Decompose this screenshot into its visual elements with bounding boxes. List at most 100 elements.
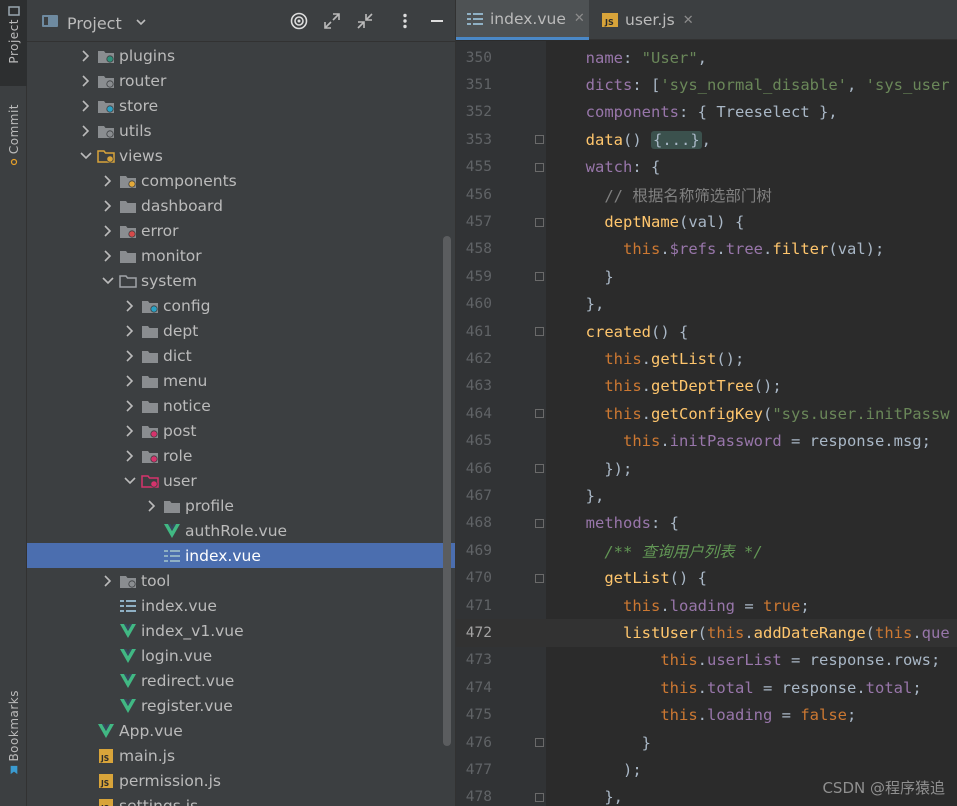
tree-scrollbar[interactable] [443, 236, 451, 746]
code-line[interactable]: 471 this.loading = true; [456, 592, 957, 619]
chevron-right-icon[interactable] [101, 174, 115, 188]
code-line[interactable]: 456 // 根据名称筛选部门树 [456, 181, 957, 208]
tree-folder-item[interactable]: user [27, 468, 455, 493]
tree-file-item[interactable]: register.vue [27, 693, 455, 718]
project-tool-tab[interactable]: Project [0, 0, 27, 86]
tree-folder-item[interactable]: dict [27, 343, 455, 368]
chevron-right-icon[interactable] [79, 49, 93, 63]
fold-marker-icon[interactable] [535, 409, 544, 419]
code-line[interactable]: 460 }, [456, 291, 957, 318]
bookmarks-tool-tab[interactable]: Bookmarks [0, 690, 27, 782]
code-line[interactable]: 461 created() { [456, 318, 957, 345]
code-line[interactable]: 459 } [456, 263, 957, 290]
fold-marker-icon[interactable] [535, 573, 544, 583]
fold-marker-icon[interactable] [535, 327, 544, 337]
code-line[interactable]: 474 this.total = response.total; [456, 674, 957, 701]
commit-tool-tab[interactable]: Commit [0, 104, 27, 180]
chevron-right-icon[interactable] [123, 374, 137, 388]
chevron-down-icon[interactable] [101, 274, 115, 288]
tab-index-vue[interactable]: index.vue ✕ [456, 0, 589, 40]
locate-target-icon[interactable] [290, 12, 308, 30]
tree-folder-item[interactable]: components [27, 168, 455, 193]
tree-file-item[interactable]: redirect.vue [27, 668, 455, 693]
code-line[interactable]: 466 }); [456, 455, 957, 482]
tree-folder-item[interactable]: error [27, 218, 455, 243]
hide-panel-icon[interactable] [428, 12, 446, 30]
tree-file-item[interactable]: index.vue [27, 543, 455, 568]
project-view-title[interactable]: Project [67, 14, 122, 33]
collapse-all-icon[interactable] [356, 12, 374, 30]
tree-file-item[interactable]: index_v1.vue [27, 618, 455, 643]
fold-marker-icon[interactable] [535, 518, 544, 528]
code-line[interactable]: 462 this.getList(); [456, 345, 957, 372]
code-line[interactable]: 350 name: "User", [456, 44, 957, 71]
chevron-right-icon[interactable] [123, 449, 137, 463]
chevron-down-icon[interactable] [79, 149, 93, 163]
fold-marker-icon[interactable] [535, 272, 544, 282]
code-line[interactable]: 458 this.$refs.tree.filter(val); [456, 236, 957, 263]
code-line[interactable]: 476 } [456, 729, 957, 756]
chevron-right-icon[interactable] [101, 249, 115, 263]
code-line[interactable]: 468 methods: { [456, 510, 957, 537]
tree-file-item[interactable]: JS permission.js [27, 768, 455, 793]
chevron-right-icon[interactable] [101, 224, 115, 238]
tree-folder-item[interactable]: profile [27, 493, 455, 518]
fold-marker-icon[interactable] [535, 464, 544, 474]
tree-folder-item[interactable]: role [27, 443, 455, 468]
chevron-right-icon[interactable] [101, 574, 115, 588]
code-line[interactable]: 467 }, [456, 482, 957, 509]
fold-marker-icon[interactable] [535, 162, 544, 172]
tree-folder-item[interactable]: router [27, 68, 455, 93]
code-line[interactable]: 353 data() {...}, [456, 126, 957, 153]
chevron-down-icon[interactable] [135, 16, 147, 28]
code-line[interactable]: 351 dicts: ['sys_normal_disable', 'sys_u… [456, 71, 957, 98]
code-line[interactable]: 473 this.userList = response.rows; [456, 647, 957, 674]
tree-folder-item[interactable]: menu [27, 368, 455, 393]
tree-folder-item[interactable]: config [27, 293, 455, 318]
tree-folder-item[interactable]: system [27, 268, 455, 293]
tree-folder-item[interactable]: views [27, 143, 455, 168]
chevron-right-icon[interactable] [79, 74, 93, 88]
tree-folder-item[interactable]: plugins [27, 43, 455, 68]
chevron-right-icon[interactable] [145, 499, 159, 513]
tree-file-item[interactable]: login.vue [27, 643, 455, 668]
chevron-down-icon[interactable] [123, 474, 137, 488]
tree-file-item[interactable]: App.vue [27, 718, 455, 743]
tree-folder-item[interactable]: utils [27, 118, 455, 143]
chevron-right-icon[interactable] [79, 124, 93, 138]
code-line[interactable]: 455 watch: { [456, 154, 957, 181]
tree-folder-item[interactable]: store [27, 93, 455, 118]
chevron-right-icon[interactable] [123, 349, 137, 363]
chevron-right-icon[interactable] [123, 299, 137, 313]
code-line[interactable]: 469 /** 查询用户列表 */ [456, 537, 957, 564]
code-line[interactable]: 470 getList() { [456, 565, 957, 592]
tree-folder-item[interactable]: monitor [27, 243, 455, 268]
options-menu-icon[interactable] [396, 12, 414, 30]
expand-all-icon[interactable] [323, 12, 341, 30]
code-line[interactable]: 475 this.loading = false; [456, 702, 957, 729]
code-line[interactable]: 472 listUser(this.addDateRange(this.que [456, 619, 957, 647]
chevron-right-icon[interactable] [101, 199, 115, 213]
close-icon[interactable]: ✕ [574, 11, 585, 26]
tree-folder-item[interactable]: post [27, 418, 455, 443]
tree-folder-item[interactable]: notice [27, 393, 455, 418]
fold-marker-icon[interactable] [535, 217, 544, 227]
tree-file-item[interactable]: JSsettings.js [27, 793, 455, 806]
tree-folder-item[interactable]: dashboard [27, 193, 455, 218]
tree-folder-item[interactable]: dept [27, 318, 455, 343]
code-line[interactable]: 465 this.initPassword = response.msg; [456, 428, 957, 455]
chevron-right-icon[interactable] [79, 99, 93, 113]
chevron-right-icon[interactable] [123, 324, 137, 338]
tab-user-js[interactable]: JS user.js ✕ [591, 0, 709, 40]
fold-marker-icon[interactable] [535, 738, 544, 748]
chevron-right-icon[interactable] [123, 399, 137, 413]
code-line[interactable]: 352 components: { Treeselect }, [456, 99, 957, 126]
fold-marker-icon[interactable] [535, 135, 544, 145]
code-line[interactable]: 463 this.getDeptTree(); [456, 373, 957, 400]
close-icon[interactable]: ✕ [683, 13, 694, 28]
tree-folder-item[interactable]: tool [27, 568, 455, 593]
tree-file-item[interactable]: JS main.js [27, 743, 455, 768]
code-view[interactable]: 350 name: "User", 351 dicts: ['sys_normal… [456, 41, 957, 806]
tree-file-item[interactable]: authRole.vue [27, 518, 455, 543]
code-line[interactable]: 464 this.getConfigKey("sys.user.initPass… [456, 400, 957, 427]
